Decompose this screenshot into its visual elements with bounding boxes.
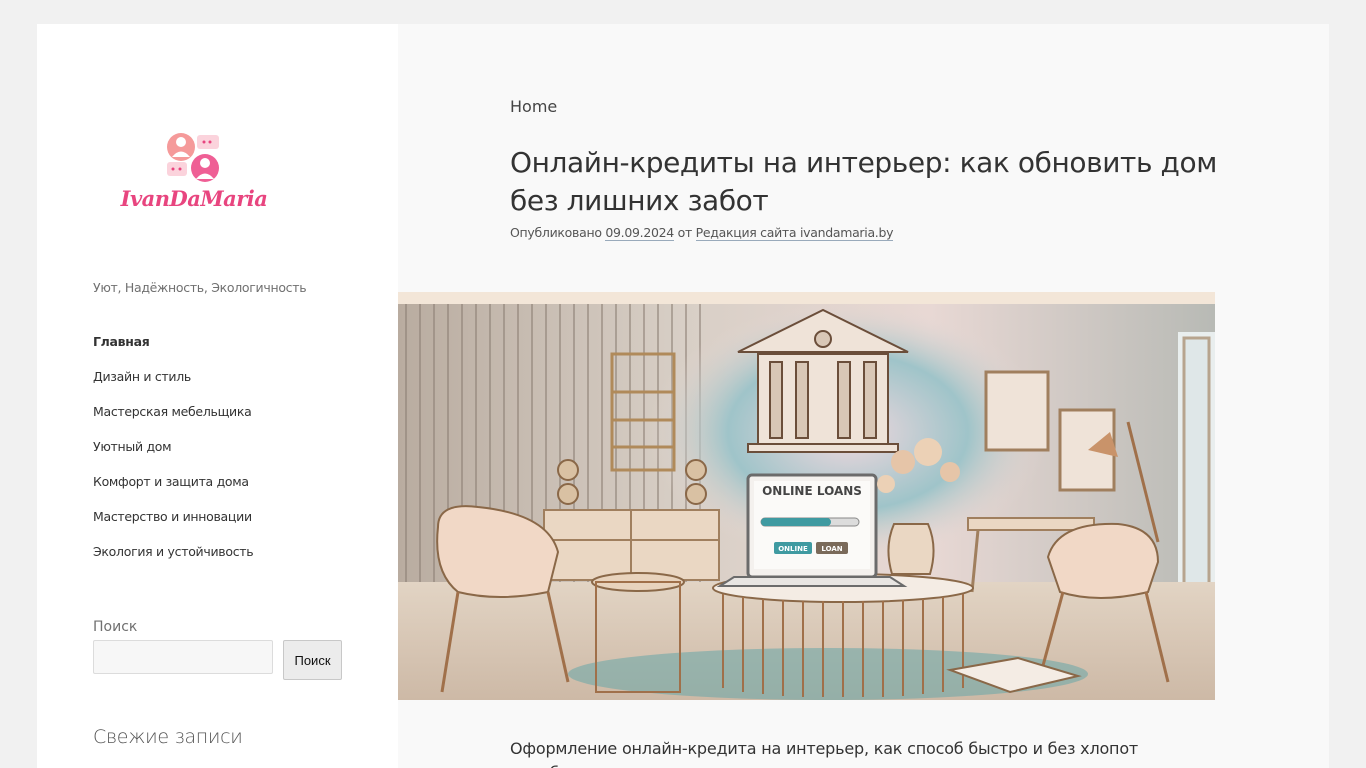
nav-link-craft-innovation[interactable]: Мастерство и инновации xyxy=(93,509,252,524)
meta-by-label: от xyxy=(677,225,693,240)
people-chat-icon xyxy=(167,133,219,182)
main-content: Home Онлайн-кредиты на интерьер: как обн… xyxy=(398,24,1329,768)
featured-image: ONLINE LOANS ONLINE LOAN xyxy=(398,292,1215,700)
search-button[interactable]: Поиск xyxy=(283,640,342,680)
site-logo[interactable]: IvanDaMaria xyxy=(119,130,269,216)
search-label: Поиск xyxy=(93,619,138,635)
nav-item-ecology: Экология и устойчивость xyxy=(93,542,254,577)
post-date-link[interactable]: 09.09.2024 xyxy=(605,225,674,241)
post-meta: Опубликовано 09.09.2024 от Редакция сайт… xyxy=(510,225,894,241)
nav-item-home: Главная xyxy=(93,332,253,367)
recent-posts-heading: Свежие записи xyxy=(93,726,243,748)
nav-item-furniture-workshop: Мастерская мебельщика xyxy=(93,402,253,437)
site-tagline: Уют, Надёжность, Экологичность xyxy=(93,280,307,295)
nav-item-comfort-protection: Комфорт и защита дома xyxy=(93,472,253,507)
post-author-link[interactable]: Редакция сайта ivandamaria.by xyxy=(695,225,894,241)
page: IvanDaMaria Уют, Надёжность, Экологичнос… xyxy=(37,24,1329,768)
meta-published-label: Опубликовано xyxy=(510,225,602,240)
nav-link-cozy-home[interactable]: Уютный дом xyxy=(93,439,172,454)
svg-text:LOAN: LOAN xyxy=(821,545,842,553)
nav-link-ecology[interactable]: Экология и устойчивость xyxy=(93,544,254,559)
breadcrumb-home[interactable]: Home xyxy=(510,97,557,116)
search-input[interactable] xyxy=(93,640,273,674)
main-navigation: Главная Дизайн и стиль Мастерская мебель… xyxy=(93,332,254,577)
nav-link-comfort-protection[interactable]: Комфорт и защита дома xyxy=(93,474,249,489)
nav-item-design-style: Дизайн и стиль xyxy=(93,367,253,402)
svg-text:ONLINE LOANS: ONLINE LOANS xyxy=(762,484,862,498)
sidebar: IvanDaMaria Уют, Надёжность, Экологичнос… xyxy=(37,24,398,768)
svg-text:ONLINE: ONLINE xyxy=(778,545,808,553)
site-logo-text: IvanDaMaria xyxy=(120,186,268,211)
post-excerpt: Оформление онлайн-кредита на интерьер, к… xyxy=(510,739,1139,768)
post-title: Онлайн-кредиты на интерьер: как обновить… xyxy=(510,146,1217,217)
nav-item-cozy-home: Уютный дом xyxy=(93,437,253,472)
nav-link-furniture-workshop[interactable]: Мастерская мебельщика xyxy=(93,404,252,419)
nav-link-home[interactable]: Главная xyxy=(93,334,150,349)
nav-item-craft-innovation: Мастерство и инновации xyxy=(93,507,253,542)
nav-link-design-style[interactable]: Дизайн и стиль xyxy=(93,369,191,384)
